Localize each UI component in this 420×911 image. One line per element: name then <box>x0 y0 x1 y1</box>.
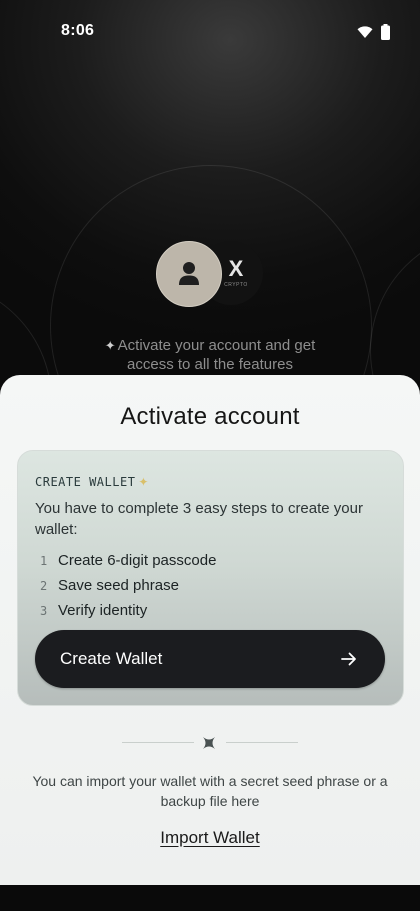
step-number: 1 <box>40 553 48 568</box>
bottom-sheet: Activate account CREATE WALLET ✦ You have… <box>0 375 420 885</box>
battery-icon <box>381 24 390 40</box>
user-icon <box>179 262 199 285</box>
status-bar: 8:06 <box>0 0 420 64</box>
step-label: Save seed phrase <box>58 577 179 594</box>
import-wallet-link[interactable]: Import Wallet <box>150 828 270 848</box>
navigation-bar <box>0 885 420 911</box>
step-label: Verify identity <box>58 602 148 619</box>
brand-logo-mark: X <box>228 256 244 281</box>
sheet-title: Activate account <box>120 403 300 430</box>
card-description: You have to complete 3 easy steps to cre… <box>35 500 363 538</box>
step-item: 2 Save seed phrase <box>35 573 216 598</box>
promo-text-block: ✦ Activate your account and get access to… <box>90 336 330 374</box>
x-logo-icon <box>203 737 215 749</box>
promo-text: Activate your account and get access to … <box>117 337 316 373</box>
wifi-icon <box>357 26 373 38</box>
step-number: 2 <box>40 578 48 593</box>
sparkle-icon: ✦ <box>138 475 149 489</box>
arrow-right-icon <box>341 652 356 666</box>
divider-line <box>226 742 298 743</box>
brand-logo-word: CRYPTO <box>224 282 248 288</box>
card-kicker-label: CREATE WALLET <box>35 475 136 489</box>
activate-account-screen: 8:06 X CRYPTO ✦ Activate your account and… <box>0 0 420 911</box>
create-wallet-button[interactable]: Create Wallet <box>35 630 385 688</box>
sparkle-icon: ✦ <box>104 338 116 353</box>
import-description: You can import your wallet with a secret… <box>32 773 388 809</box>
step-number: 3 <box>40 603 48 618</box>
create-wallet-button-label: Create Wallet <box>60 649 163 668</box>
status-icons <box>357 24 390 40</box>
card-kicker: CREATE WALLET ✦ <box>35 475 149 489</box>
create-wallet-card: CREATE WALLET ✦ You have to complete 3 ea… <box>17 450 404 706</box>
steps-list: 1 Create 6-digit passcode 2 Save seed ph… <box>35 548 216 623</box>
step-item: 1 Create 6-digit passcode <box>35 548 216 573</box>
step-label: Create 6-digit passcode <box>58 552 217 569</box>
user-avatar <box>156 241 222 307</box>
section-divider <box>122 736 298 750</box>
step-item: 3 Verify identity <box>35 598 216 623</box>
avatar-group: X CRYPTO <box>156 241 266 307</box>
status-time: 8:06 <box>61 22 95 39</box>
divider-line <box>122 742 194 743</box>
